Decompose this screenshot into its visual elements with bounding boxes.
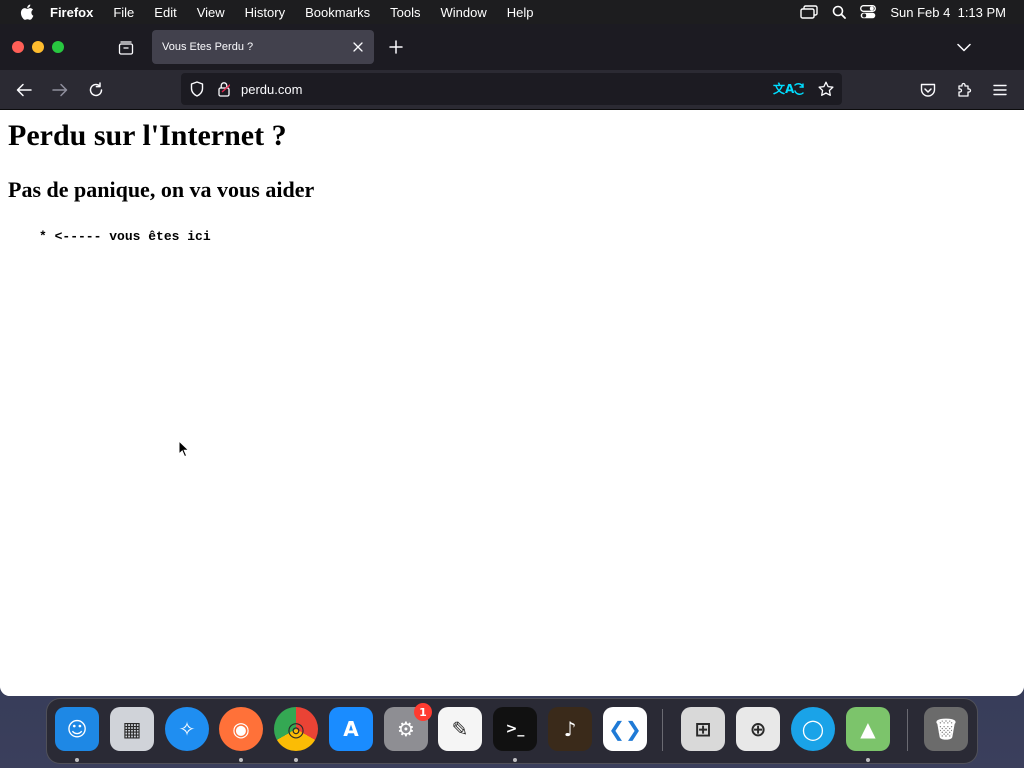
navigation-toolbar: perdu.com 文A [0,70,1024,110]
menu-history[interactable]: History [245,5,285,20]
menu-app-name[interactable]: Firefox [50,5,93,20]
web-page-content: Perdu sur l'Internet ? Pas de panique, o… [0,110,1024,696]
menu-tools[interactable]: Tools [390,5,420,20]
apple-menu-icon[interactable] [18,4,36,20]
bootcamp-icon[interactable]: ⊞ [681,707,725,751]
running-indicator-dot [239,758,243,762]
tab-active[interactable]: Vous Etes Perdu ? [152,30,374,64]
page-heading: Perdu sur l'Internet ? [8,119,287,152]
window-zoom-button[interactable] [52,41,64,53]
address-bar[interactable]: perdu.com 文A [181,73,842,105]
tab-strip: Vous Etes Perdu ? [0,24,1024,70]
finder-icon[interactable]: ☺ [55,707,99,751]
launchpad-icon[interactable]: ▦ [110,707,154,751]
screen-mirroring-icon[interactable] [800,5,819,19]
tab-close-icon[interactable] [350,39,366,55]
back-arrow-icon[interactable] [12,78,36,102]
dock: ☺ ▦ ✧ ◉ ◎ A ⚙ 1 ✎ >_ ♪ ❮❯ ⊞ ⊕ ◯ ▲ 🗑 [46,698,978,764]
control-center-icon[interactable] [860,5,877,19]
menubar-clock[interactable]: Sun Feb 4 1:13 PM [890,5,1006,20]
translate-page-icon[interactable]: 文A [772,80,806,98]
reload-icon[interactable] [84,78,108,102]
textedit-icon[interactable]: ✎ [438,707,482,751]
garageband-icon[interactable]: ♪ [548,707,592,751]
svg-text:文A: 文A [773,81,795,96]
dock-separator [662,709,663,751]
bookmark-star-icon[interactable] [817,80,835,98]
dock-separator [907,709,908,751]
extensions-puzzle-icon[interactable] [952,78,976,102]
trash-icon[interactable]: 🗑 [924,707,968,751]
forward-arrow-icon[interactable] [48,78,72,102]
firefox-view-icon[interactable] [114,36,138,60]
tab-title: Vous Etes Perdu ? [162,41,254,53]
running-indicator-dot [513,758,517,762]
new-tab-icon[interactable] [386,37,406,57]
page-subheading: Pas de panique, on va vous aider [8,177,315,202]
list-all-tabs-icon[interactable] [954,37,974,57]
pocket-icon[interactable] [916,78,940,102]
disk-utility-icon[interactable]: ⊕ [736,707,780,751]
url-text[interactable]: perdu.com [241,82,302,97]
window-minimize-button[interactable] [32,41,44,53]
chrome-icon[interactable]: ◎ [274,707,318,751]
mouse-pointer-icon [178,440,190,458]
firefox-icon[interactable]: ◉ [219,707,263,751]
tracking-protection-shield-icon[interactable] [189,81,205,97]
menu-file[interactable]: File [113,5,134,20]
safari-icon[interactable]: ✧ [165,707,209,751]
site-info-lock-icon[interactable] [217,81,231,97]
firefox-window: Vous Etes Perdu ? perdu.com 文A Perdu sur… [0,24,1024,696]
notification-badge: 1 [414,703,432,721]
hamburger-menu-icon[interactable] [988,78,1012,102]
you-are-here-text: * <----- vous êtes ici [39,229,211,244]
window-close-button[interactable] [12,41,24,53]
menu-bar: Firefox File Edit View History Bookmarks… [0,0,1024,24]
running-indicator-dot [75,758,79,762]
system-settings-icon[interactable]: ⚙ 1 [384,703,432,751]
app-store-icon[interactable]: A [329,707,373,751]
vscode-icon[interactable]: ❮❯ [603,707,647,751]
menu-help[interactable]: Help [507,5,534,20]
terminal-icon[interactable]: >_ [493,707,537,751]
running-indicator-dot [294,758,298,762]
menu-edit[interactable]: Edit [154,5,176,20]
menu-bookmarks[interactable]: Bookmarks [305,5,370,20]
macos-installer-icon[interactable]: ▲ [846,707,890,751]
window-controls [12,41,64,53]
spotlight-search-icon[interactable] [832,5,847,19]
menu-view[interactable]: View [197,5,225,20]
running-indicator-dot [866,758,870,762]
menu-window[interactable]: Window [441,5,487,20]
proxyman-icon[interactable]: ◯ [791,707,835,751]
